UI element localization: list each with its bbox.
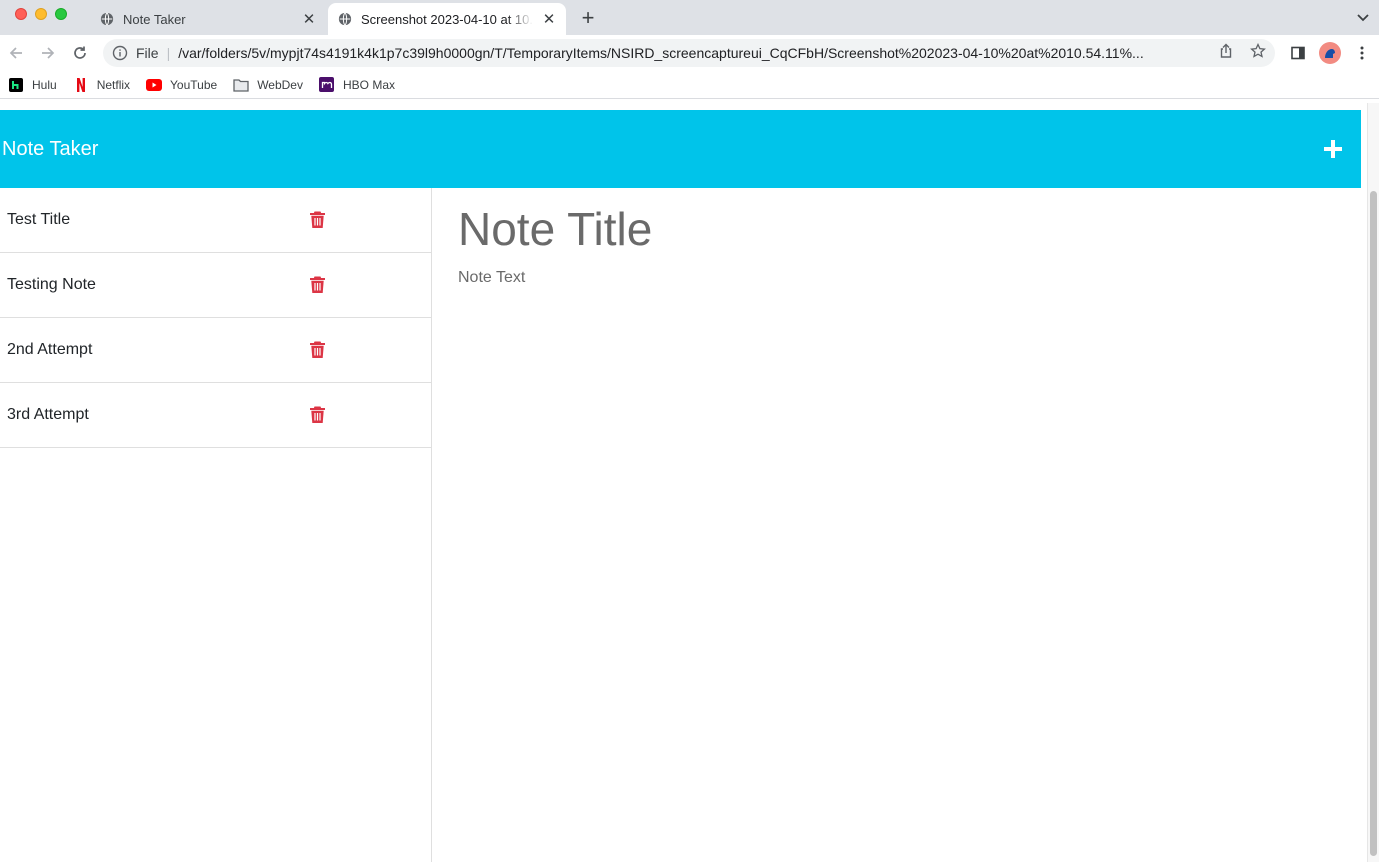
list-item[interactable]: 2nd Attempt [0,318,431,383]
minimize-window-button[interactable] [35,8,47,20]
trash-icon[interactable] [309,210,326,229]
share-button[interactable] [1216,41,1236,61]
arrow-right-icon [42,47,55,59]
plus-icon [1324,140,1342,158]
note-title: Test Title [7,211,71,228]
bookmark-hulu[interactable]: Hulu [8,77,57,93]
new-tab-button[interactable]: + [576,5,600,30]
url-scheme-label: File [136,45,159,61]
page-scrollbar[interactable] [1368,103,1379,862]
page-viewport: Note Taker Test Title Testing Note 2nd A… [0,103,1368,862]
browser-toolbar: File | /var/folders/5v/mypjt74s4191k4k1p… [0,35,1379,71]
tab-note-taker[interactable]: Note Taker ✕ [90,3,326,35]
close-window-button[interactable] [15,8,27,20]
bookmark-youtube[interactable]: YouTube [146,77,217,93]
bookmark-star-button[interactable] [1248,41,1268,61]
bookmark-label: WebDev [257,77,303,92]
info-icon[interactable] [112,45,128,61]
reload-icon [74,46,86,59]
youtube-icon [146,77,163,93]
browser-menu-button[interactable] [1352,43,1372,63]
tab-screenshot[interactable]: Screenshot 2023-04-10 at 10.54.11 ✕ [328,3,566,35]
side-panel-icon [1291,46,1305,60]
list-item[interactable]: Testing Note [0,253,431,318]
app-brand[interactable]: Note Taker [2,138,98,161]
folder-icon [233,77,249,93]
netflix-icon [73,77,89,93]
hbo-max-icon [319,77,335,93]
tab-title: Note Taker [123,11,186,27]
side-panel-button[interactable] [1288,43,1308,63]
list-item[interactable]: 3rd Attempt [0,383,431,448]
bookmark-label: Netflix [96,77,131,92]
scrollbar-thumb[interactable] [1370,191,1377,856]
bookmark-label: HBO Max [342,77,395,92]
arrow-left-icon [9,47,22,59]
tab-search-chevron-icon[interactable] [1355,9,1371,25]
note-title-input[interactable]: Note Title [458,202,652,256]
trash-icon[interactable] [309,405,326,424]
note-title: Testing Note [7,276,96,293]
url-separator: | [166,45,171,61]
note-title: 2nd Attempt [7,341,93,358]
profile-icon [1325,49,1335,58]
star-icon [1250,43,1266,58]
more-vertical-icon [1360,46,1364,60]
close-tab-icon[interactable]: ✕ [300,10,318,28]
profile-avatar[interactable] [1319,42,1341,64]
hulu-icon [8,77,24,93]
browser-tab-strip: Note Taker ✕ Screenshot 2023-04-10 at 10… [0,0,1379,35]
zoom-window-button[interactable] [55,8,67,20]
bookmark-netflix[interactable]: Netflix [73,77,130,93]
new-note-button[interactable] [1321,137,1345,161]
note-text-textarea[interactable]: Note Text [458,269,525,287]
note-editor: Note Title Note Text [432,188,1361,862]
globe-icon [338,12,352,26]
note-list: Test Title Testing Note 2nd Attempt 3rd … [0,188,432,862]
bookmark-hbo-max[interactable]: HBO Max [319,77,395,93]
forward-button[interactable] [36,41,60,65]
globe-icon [100,12,114,26]
note-title: 3rd Attempt [7,406,89,423]
back-button[interactable] [4,41,28,65]
url-text[interactable]: /var/folders/5v/mypjt74s4191k4k1p7c39l9h… [178,45,1208,61]
trash-icon[interactable] [309,340,326,359]
address-bar[interactable]: File | /var/folders/5v/mypjt74s4191k4k1p… [103,39,1275,67]
reload-button[interactable] [68,41,92,65]
bookmarks-bar: Hulu Netflix YouTube WebDev HBO Max [0,71,1379,99]
app-navbar: Note Taker [0,110,1361,188]
bookmark-label: Hulu [32,77,57,92]
close-tab-icon[interactable]: ✕ [540,10,558,28]
share-icon [1220,43,1232,58]
trash-icon[interactable] [309,275,326,294]
bookmark-webdev[interactable]: WebDev [233,77,303,93]
tab-title: Screenshot 2023-04-10 at 10.54.11 [361,11,533,27]
bookmark-label: YouTube [170,77,218,92]
list-item[interactable]: Test Title [0,188,431,253]
